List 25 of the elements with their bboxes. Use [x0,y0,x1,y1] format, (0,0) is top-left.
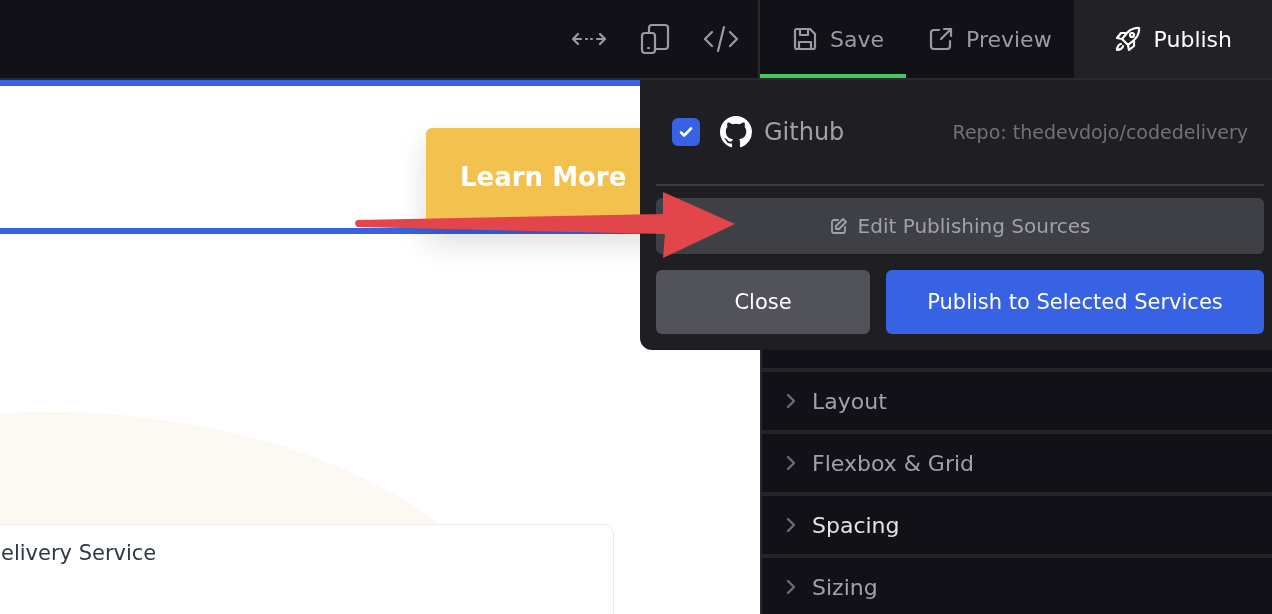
service-name: Github [764,118,845,146]
edit-icon [829,217,848,235]
github-icon [720,116,752,148]
accordion-section[interactable]: Spacing [762,492,1272,554]
checkbox[interactable] [672,118,700,146]
close-button[interactable]: Close [656,270,870,334]
chevron-icon [786,579,796,595]
code-icon[interactable] [704,25,738,53]
chevron-icon [786,455,796,471]
check-icon [678,124,694,140]
external-link-icon [928,26,954,52]
card-title: elivery Service [1,541,157,565]
accordion-section[interactable]: Sizing [762,554,1272,614]
edit-sources-button[interactable]: Edit Publishing Sources [656,198,1264,254]
chevron-icon [786,393,796,409]
devices-icon[interactable] [640,23,670,55]
publish-button[interactable]: Publish to Selected Services [886,270,1264,334]
accordion-section[interactable]: Layout [762,368,1272,430]
toolbar-tab[interactable]: Preview [906,0,1074,78]
rocket-icon [1113,25,1142,53]
chevron-icon [786,517,796,533]
repo-label: Repo: thedevdojo/codedelivery [952,121,1249,143]
accordion-section[interactable]: Flexbox & Grid [762,430,1272,492]
horizontal-arrows-icon[interactable] [572,31,606,47]
toolbar-tab[interactable]: Publish [1073,0,1272,78]
